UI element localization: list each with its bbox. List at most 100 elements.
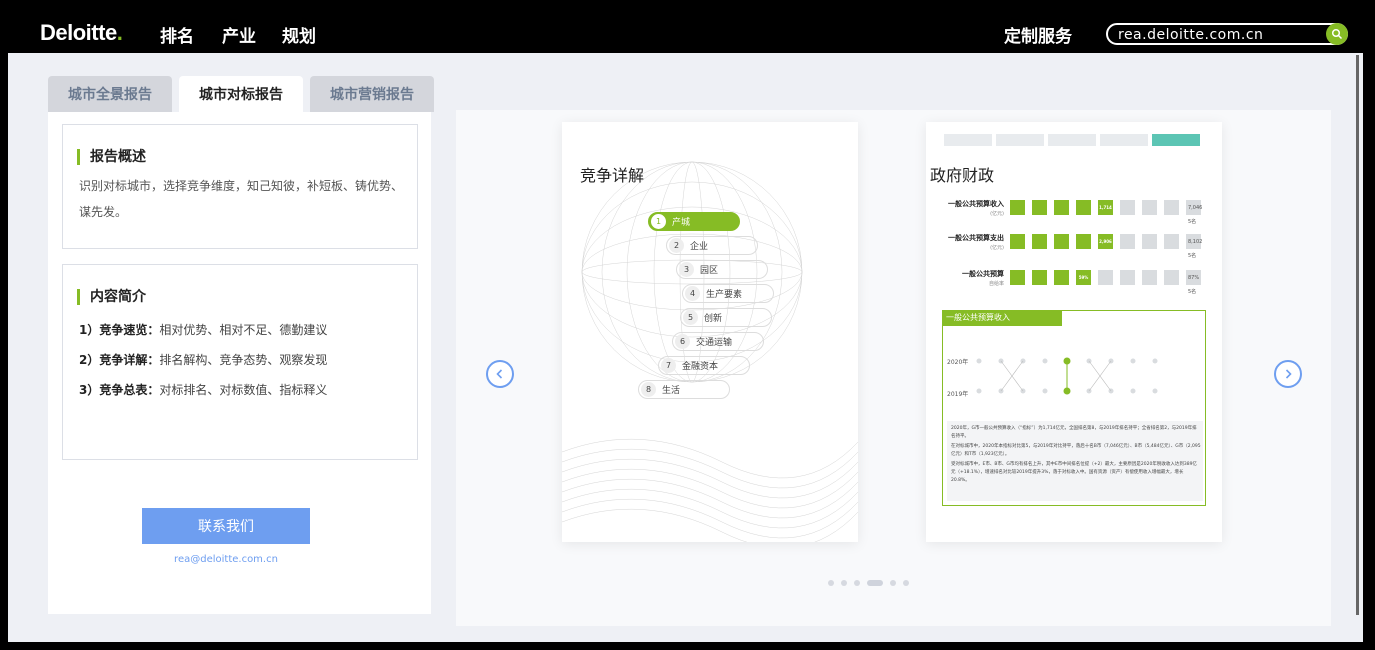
menu-item-production-factors: 4 生产要素: [682, 284, 774, 303]
menu-label: 金融资本: [682, 362, 719, 372]
nav-industry[interactable]: 产业: [222, 22, 256, 47]
nav-planning[interactable]: 规划: [282, 22, 316, 47]
row-label-sub: (亿元): [990, 211, 1004, 217]
carousel-next-button[interactable]: [1274, 360, 1302, 388]
row-label-text: 一般公共预算: [962, 270, 1004, 278]
carousel-prev-button[interactable]: [486, 360, 514, 388]
overview-title: 报告概述: [77, 149, 146, 165]
mini-tab-active: [1152, 134, 1200, 146]
menu-item-industry-city: 1 产城: [648, 212, 740, 231]
contact-email-link[interactable]: rea@deloitte.com.cn: [142, 554, 310, 565]
bar-square: [1032, 270, 1047, 285]
menu-label: 创新: [704, 314, 723, 324]
menu-num: 4: [685, 286, 700, 301]
menu-item-finance-capital: 7 金融资本: [658, 356, 750, 375]
mini-tab: [1048, 134, 1096, 146]
intro-item-text: 对标排名、对标数值、指标释义: [159, 383, 328, 397]
bar-square: [1120, 200, 1135, 215]
menu-num: 6: [675, 334, 690, 349]
tab-city-benchmark-report[interactable]: 城市对标报告: [179, 76, 303, 112]
deloitte-logo[interactable]: Deloitte.: [40, 20, 123, 46]
end-value: 8,102: [1188, 239, 1203, 245]
bar-square: [1164, 270, 1179, 285]
report-info-panel: 报告概述 识别对标城市，选择竞争维度，知己知彼，补短板、铸优势、谋先发。 内容简…: [48, 112, 431, 614]
intro-card: 内容简介 1）竞争速览：相对优势、相对不足、德勤建议 2）竞争详解：排名解构、竞…: [62, 264, 418, 460]
menu-num: 3: [679, 262, 694, 277]
menu-label: 交通运输: [696, 338, 733, 348]
intro-item: 2）竞争详解：排名解构、竞争态势、观察发现: [79, 351, 327, 368]
end-value: 87%: [1188, 275, 1200, 281]
logo-dot: .: [116, 20, 123, 45]
intro-item: 3）竞争总表：对标排名、对标数值、指标释义: [79, 381, 327, 398]
slide-competition-detail[interactable]: 竞争详解 1 产城 2 企业 3 园区 4 生产要素 5 创新 6 交通运输 7 金融资本 8…: [562, 122, 858, 542]
bar-square: [1142, 270, 1157, 285]
carousel-dot[interactable]: [903, 580, 909, 586]
menu-label: 生活: [662, 386, 681, 396]
overview-text: 识别对标城市，选择竞争维度，知己知彼，补短板、铸优势、谋先发。: [79, 179, 404, 219]
overview-card: 报告概述 识别对标城市，选择竞争维度，知己知彼，补短板、铸优势、谋先发。: [62, 124, 418, 249]
bar-square: [1054, 200, 1069, 215]
slide-title: 政府财政: [930, 166, 995, 185]
bar-square: [1076, 200, 1091, 215]
notes-box: 2020年，G市一般公共预算收入（“指标”）为1,714亿元，全国排名第8，与2…: [947, 421, 1203, 501]
menu-num: 1: [651, 214, 666, 229]
row-label-sub: 自给率: [988, 281, 1004, 287]
mini-tab: [944, 134, 992, 146]
menu-label: 生产要素: [706, 290, 743, 300]
main-content: 城市全景报告 城市对标报告 城市营销报告 报告概述 识别对标城市，选择竞争维度，…: [8, 53, 1363, 642]
nav-ranking[interactable]: 排名: [160, 22, 194, 47]
search-box: [1106, 23, 1348, 45]
rank-value: 5名: [1188, 289, 1197, 295]
bar-square: [1054, 270, 1069, 285]
report-preview-carousel: 竞争详解 1 产城 2 企业 3 园区 4 生产要素 5 创新 6 交通运输 7 金融资本 8…: [456, 110, 1331, 626]
menu-item-transportation: 6 交通运输: [672, 332, 764, 351]
intro-title: 内容简介: [77, 289, 146, 305]
note: 在对标城市中，2020年本指标对比第5，与2019年对比持平，落后十名B市（7,…: [951, 444, 1201, 457]
carousel-dot[interactable]: [890, 580, 896, 586]
carousel-dot-active[interactable]: [867, 580, 883, 586]
bar-square: [1010, 234, 1025, 249]
rank-value: 5名: [1188, 253, 1197, 259]
mini-tab: [996, 134, 1044, 146]
carousel-dot[interactable]: [841, 580, 847, 586]
bar-square: [1142, 234, 1157, 249]
contact-us-button[interactable]: 联系我们: [142, 508, 310, 544]
menu-item-innovation: 5 创新: [680, 308, 772, 327]
row-label-text: 一般公共预算收入: [948, 200, 1004, 208]
bar-square: [1032, 200, 1047, 215]
end-value: 7,046: [1188, 205, 1203, 211]
carousel-dot[interactable]: [854, 580, 860, 586]
menu-label: 产城: [672, 218, 691, 228]
intro-item-text: 排名解构、竞争态势、观察发现: [159, 353, 328, 367]
search-input[interactable]: [1118, 26, 1318, 43]
bar-square-value: 2,906: [1098, 234, 1113, 249]
menu-num: 2: [669, 238, 684, 253]
bar-square: [1142, 200, 1157, 215]
chevron-left-icon: [496, 369, 503, 379]
intro-item: 1）竞争速览：相对优势、相对不足、德勤建议: [79, 321, 327, 338]
menu-item-living: 8 生活: [638, 380, 730, 399]
row-label: 一般公共预算收入 (亿元): [926, 200, 1004, 219]
page-scrollbar[interactable]: [1356, 55, 1359, 615]
menu-label: 企业: [690, 242, 709, 252]
bar-square-value: 59%: [1076, 270, 1091, 285]
intro-item-label: 1）竞争速览：: [79, 323, 160, 337]
intro-item-label: 2）竞争详解：: [79, 353, 160, 367]
menu-label: 园区: [700, 266, 719, 276]
tab-city-marketing-report[interactable]: 城市营销报告: [310, 76, 434, 112]
mini-tab: [1100, 134, 1148, 146]
carousel-dot[interactable]: [828, 580, 834, 586]
tab-city-panorama-report[interactable]: 城市全景报告: [48, 76, 172, 112]
menu-num: 5: [683, 310, 698, 325]
intro-item-label: 3）竞争总表：: [79, 383, 160, 397]
bar-square: [1076, 234, 1091, 249]
nav-custom-service[interactable]: 定制服务: [1004, 22, 1072, 47]
logo-text: Deloitte: [40, 20, 117, 45]
bar-square: [1164, 200, 1179, 215]
bar-square-value: 1,714: [1098, 200, 1113, 215]
bar-square: [1120, 234, 1135, 249]
search-button[interactable]: [1326, 23, 1348, 45]
slide-government-finance[interactable]: 政府财政 一般公共预算收入 (亿元) 1,714 7,046 5名 一般公共预算支…: [926, 122, 1222, 542]
row-label: 一般公共预算支出 (亿元): [926, 234, 1004, 253]
bar-square: [1054, 234, 1069, 249]
